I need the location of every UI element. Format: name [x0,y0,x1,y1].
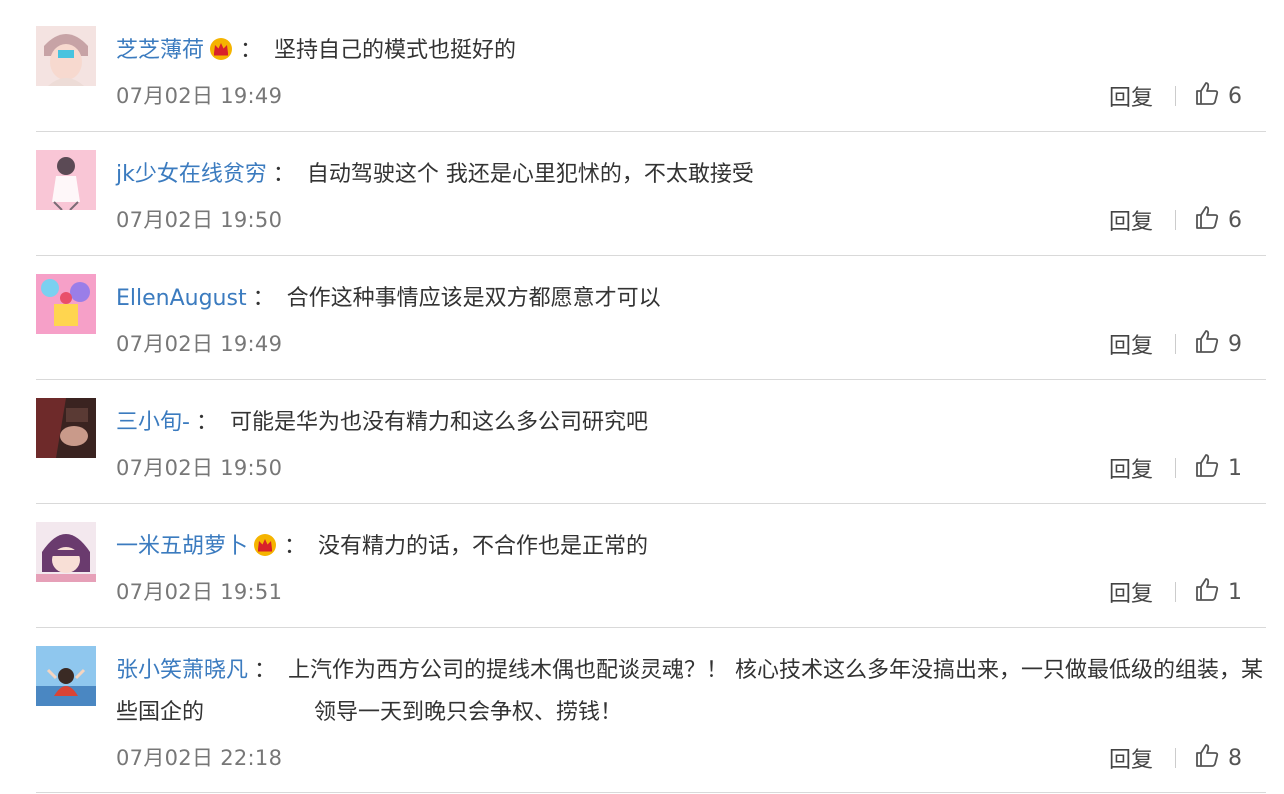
like-count: 1 [1228,579,1242,605]
actions-divider [1175,86,1176,106]
comment-actions: 回复 6 [1109,204,1242,236]
avatar[interactable] [36,398,96,458]
actions-divider [1175,210,1176,230]
comment-time: 07月02日 19:50 [116,456,283,480]
comment-time: 07月02日 19:51 [116,580,283,604]
comment-actions: 回复 1 [1109,576,1242,608]
avatar-purple-hair-icon [36,522,96,582]
comment-item: 一米五胡萝卜 ： 没有精力的话，不合作也是正常的 07月02日 19:51 回复 1 [36,522,1266,628]
comment-actions: 回复 6 [1109,80,1242,112]
comment-time: 07月02日 19:50 [116,208,283,232]
comment-text: 可能是华为也没有精力和这么多公司研究吧 [229,410,648,435]
vip-crown-icon [252,530,278,572]
comment-item: 芝芝薄荷 ： 坚持自己的模式也挺好的 07月02日 19:49 回复 6 [36,26,1266,132]
avatar[interactable] [36,150,96,210]
comment-actions: 回复 8 [1109,742,1242,774]
avatar-pink-girl-icon [36,150,96,210]
thumbs-up-icon [1194,80,1220,112]
colon: ： [284,534,307,559]
like-count: 1 [1228,455,1242,481]
thumbs-up-icon [1194,204,1220,236]
colon: ： [272,162,295,187]
comment-body: 一米五胡萝卜 ： 没有精力的话，不合作也是正常的 [116,526,1266,572]
comment-text: 合作这种事情应该是双方都愿意才可以 [286,286,661,311]
like-count: 8 [1228,745,1242,771]
avatar-sky-photo-icon [36,646,96,706]
reply-button[interactable]: 回复 [1109,204,1153,236]
username-link[interactable]: 三小旬- [116,410,190,435]
username-link[interactable]: EllenAugust [116,286,247,311]
reply-button[interactable]: 回复 [1109,576,1153,608]
divider [36,792,1266,793]
divider [36,255,1266,256]
comment-time: 07月02日 19:49 [116,84,283,108]
comment-body: jk少女在线贫穷： 自动驾驶这个 我还是心里犯怵的，不太敢接受 [116,154,1266,196]
thumbs-up-icon [1194,328,1220,360]
comment-text: 没有精力的话，不合作也是正常的 [318,534,649,559]
thumbs-up-icon [1194,452,1220,484]
actions-divider [1175,458,1176,478]
colon: ： [195,410,218,435]
avatar[interactable] [36,522,96,582]
divider [36,379,1266,380]
comment-actions: 回复 9 [1109,328,1242,360]
comment-item: 三小旬-： 可能是华为也没有精力和这么多公司研究吧 07月02日 19:50 回复… [36,398,1266,504]
actions-divider [1175,334,1176,354]
comment-body: 张小笑萧晓凡：上汽作为西方公司的提线木偶也配谈灵魂？！ 核心技术这么多年没搞出来… [116,650,1266,734]
comment-actions: 回复 1 [1109,452,1242,484]
actions-divider [1175,582,1176,602]
avatar-anime-boy-icon [36,26,96,86]
username-link[interactable]: 张小笑萧晓凡 [116,658,248,683]
username-link[interactable]: 一米五胡萝卜 [116,534,248,559]
comment-time: 07月02日 19:49 [116,332,283,356]
avatar-colorful-art-icon [36,274,96,334]
username-link[interactable]: jk少女在线贫穷 [116,162,267,187]
comment-text: 上汽作为西方公司的提线木偶也配谈灵魂？！ 核心技术这么多年没搞出来，一只做最低级… [116,658,1264,725]
comment-time: 07月02日 22:18 [116,746,283,770]
divider [36,131,1266,132]
vip-crown-icon [208,34,234,76]
reply-button[interactable]: 回复 [1109,328,1153,360]
like-count: 9 [1228,331,1242,357]
thumbs-up-icon [1194,742,1220,774]
actions-divider [1175,748,1176,768]
avatar-dark-photo-icon [36,398,96,458]
avatar[interactable] [36,646,96,706]
avatar[interactable] [36,274,96,334]
colon: ： [252,286,275,311]
reply-button[interactable]: 回复 [1109,452,1153,484]
comment-body: EllenAugust： 合作这种事情应该是双方都愿意才可以 [116,278,1266,320]
like-count: 6 [1228,83,1242,109]
colon: ： [254,658,277,683]
comment-body: 芝芝薄荷 ： 坚持自己的模式也挺好的 [116,30,1266,76]
comment-text: 坚持自己的模式也挺好的 [274,38,517,63]
comment-list: 芝芝薄荷 ： 坚持自己的模式也挺好的 07月02日 19:49 回复 6 jk少女在… [0,0,1284,794]
comment-item: 张小笑萧晓凡：上汽作为西方公司的提线木偶也配谈灵魂？！ 核心技术这么多年没搞出来… [36,646,1266,794]
like-button[interactable]: 6 [1194,204,1242,236]
comment-item: EllenAugust： 合作这种事情应该是双方都愿意才可以 07月02日 19:… [36,274,1266,380]
like-button[interactable]: 1 [1194,576,1242,608]
divider [36,627,1266,628]
comment-body: 三小旬-： 可能是华为也没有精力和这么多公司研究吧 [116,402,1266,444]
comment-item: jk少女在线贫穷： 自动驾驶这个 我还是心里犯怵的，不太敢接受 07月02日 19… [36,150,1266,256]
divider [36,503,1266,504]
like-button[interactable]: 1 [1194,452,1242,484]
like-button[interactable]: 8 [1194,742,1242,774]
thumbs-up-icon [1194,576,1220,608]
reply-button[interactable]: 回复 [1109,742,1153,774]
reply-button[interactable]: 回复 [1109,80,1153,112]
like-button[interactable]: 9 [1194,328,1242,360]
like-count: 6 [1228,207,1242,233]
avatar[interactable] [36,26,96,86]
like-button[interactable]: 6 [1194,80,1242,112]
comment-text: 自动驾驶这个 我还是心里犯怵的，不太敢接受 [306,162,754,187]
username-link[interactable]: 芝芝薄荷 [116,38,204,63]
colon: ： [240,38,263,63]
